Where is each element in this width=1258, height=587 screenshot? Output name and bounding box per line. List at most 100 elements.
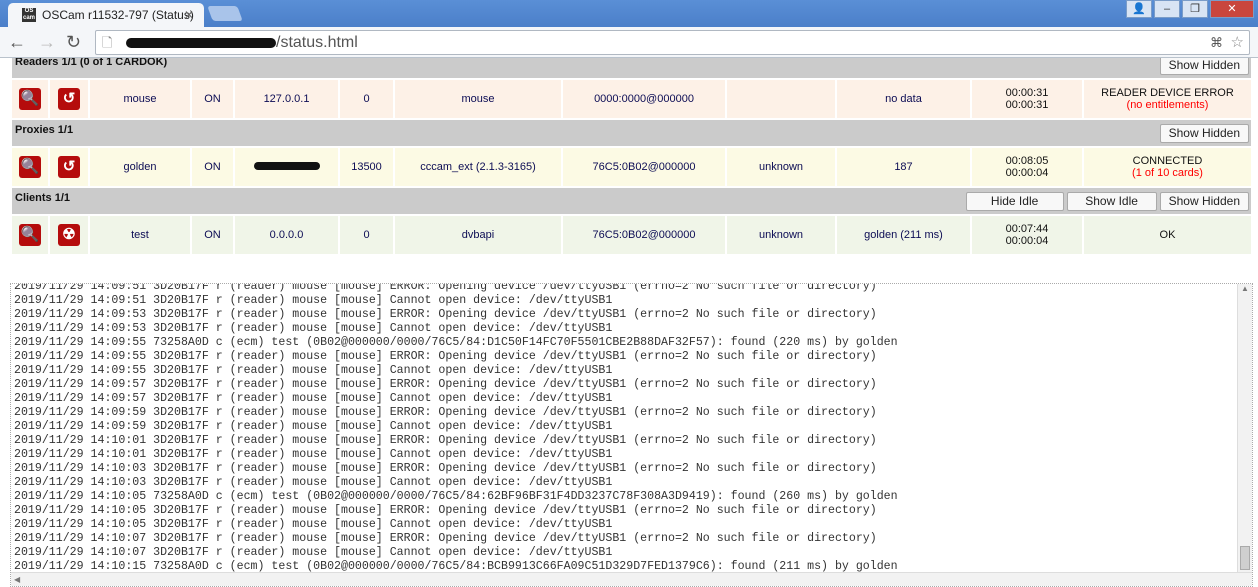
proxy-ecm-time: 187 (835, 146, 972, 188)
hide-idle-button[interactable]: Hide Idle (965, 191, 1064, 211)
reader-time1: 00:00:31 (1005, 87, 1049, 99)
address-bar[interactable]: 🗋 /status.html ⌘ ☆ (95, 30, 1250, 55)
reader-address: 127.0.0.1 (233, 78, 340, 120)
proxy-caid: 76C5:0B02@000000 (561, 146, 727, 188)
log-line: 2019/11/29 14:09:55 73258A0D c (ecm) tes… (14, 336, 898, 349)
proxy-name[interactable]: golden (88, 146, 192, 188)
status-table: Readers 1/1 (0 of 1 CARDOK) Show Hidden 🔍… (10, 58, 1253, 256)
proxy-protocol: cccam_ext (2.1.3-3165) (393, 146, 563, 188)
minimize-button[interactable]: – (1154, 0, 1180, 18)
masked-host (126, 37, 276, 48)
readers-header: Readers 1/1 (0 of 1 CARDOK) Show Hidden (10, 58, 1253, 80)
scroll-thumb[interactable] (1240, 546, 1250, 570)
log-line: 2019/11/29 14:09:53 3D20B17F r (reader) … (14, 308, 877, 321)
back-icon[interactable]: ← (8, 32, 26, 53)
clients-show-hidden-button[interactable]: Show Hidden (1159, 191, 1249, 211)
log-line: 2019/11/29 14:10:03 3D20B17F r (reader) … (14, 476, 613, 489)
zoom-out-icon[interactable]: 🔍 (19, 224, 41, 246)
log-line: 2019/11/29 14:10:05 73258A0D c (ecm) tes… (14, 490, 898, 503)
log-line: 2019/11/29 14:10:03 3D20B17F r (reader) … (14, 462, 877, 475)
reader-status: READER DEVICE ERROR (1101, 87, 1234, 99)
proxy-time1: 00:08:05 (1005, 155, 1049, 167)
client-ecm: unknown (725, 214, 837, 256)
tab-title: OSCam r11532-797 (Status) (42, 8, 194, 22)
proxy-port: 13500 (338, 146, 395, 188)
show-idle-button[interactable]: Show Idle (1066, 191, 1157, 211)
reader-status-detail: (no entitlements) (1126, 99, 1209, 111)
proxy-state: ON (190, 146, 235, 188)
restart-icon[interactable]: ↺ (58, 88, 80, 110)
oscam-logo-icon: OS cam (22, 8, 36, 22)
proxy-row: 🔍 ↺ golden ON 13500 cccam_ext (2.1.3-316… (10, 146, 1253, 188)
proxy-ecm: unknown (725, 146, 837, 188)
proxies-title: Proxies 1/1 (15, 123, 74, 136)
restore-button[interactable]: ❐ (1182, 0, 1208, 18)
log-line: 2019/11/29 14:10:07 3D20B17F r (reader) … (14, 532, 877, 545)
tab-bar: OS cam OSCam r11532-797 (Status) ✕ 👤 – ❐ … (0, 0, 1258, 27)
proxies-show-hidden-button[interactable]: Show Hidden (1159, 123, 1249, 143)
log-line: 2019/11/29 14:09:55 3D20B17F r (reader) … (14, 350, 877, 363)
readers-show-hidden-button[interactable]: Show Hidden (1159, 58, 1249, 75)
reader-ecm-time: no data (835, 78, 972, 120)
client-port: 0 (338, 214, 395, 256)
reader-ecm (725, 78, 837, 120)
clients-header: Clients 1/1 Hide Idle Show Idle Show Hidden (10, 186, 1253, 216)
log-line: 2019/11/29 14:09:53 3D20B17F r (reader) … (14, 322, 613, 335)
proxy-time2: 00:00:04 (1005, 167, 1049, 179)
client-state: ON (190, 214, 235, 256)
zoom-out-icon[interactable]: 🔍 (19, 156, 41, 178)
log-line: 2019/11/29 14:09:57 3D20B17F r (reader) … (14, 378, 877, 391)
client-row: 🔍 ☢ test ON 0.0.0.0 0 dvbapi 76C5:0B02@0… (10, 214, 1253, 256)
log-line: 2019/11/29 14:09:51 3D20B17F r (reader) … (14, 294, 613, 307)
log-line: 2019/11/29 14:10:01 3D20B17F r (reader) … (14, 434, 877, 447)
browser-tab[interactable]: OS cam OSCam r11532-797 (Status) ✕ (8, 3, 204, 27)
client-name[interactable]: test (88, 214, 192, 256)
bookmark-star-icon[interactable]: ☆ (1231, 31, 1244, 54)
reader-caid: 0000:0000@000000 (561, 78, 727, 120)
restart-icon[interactable]: ↺ (58, 156, 80, 178)
page-icon: 🗋 (102, 35, 113, 50)
client-address: 0.0.0.0 (233, 214, 340, 256)
reload-icon[interactable]: ↻ (66, 32, 81, 53)
clients-title: Clients 1/1 (15, 191, 71, 204)
log-line: 2019/11/29 14:10:07 3D20B17F r (reader) … (14, 546, 613, 559)
client-time2: 00:00:04 (1005, 235, 1049, 247)
log-line: 2019/11/29 14:09:59 3D20B17F r (reader) … (14, 406, 877, 419)
log-line: 2019/11/29 14:10:05 3D20B17F r (reader) … (14, 504, 877, 517)
proxies-header: Proxies 1/1 Show Hidden (10, 118, 1253, 148)
log-line: 2019/11/29 14:09:59 3D20B17F r (reader) … (14, 420, 613, 433)
proxy-status: CONNECTED (1132, 155, 1203, 167)
client-ecm-time: golden (211 ms) (835, 214, 972, 256)
log-line: 2019/11/29 14:09:51 3D20B17F r (reader) … (14, 283, 877, 293)
client-caid: 76C5:0B02@000000 (561, 214, 727, 256)
log-line: 2019/11/29 14:10:01 3D20B17F r (reader) … (14, 448, 613, 461)
client-status: OK (1082, 214, 1253, 256)
client-protocol: dvbapi (393, 214, 563, 256)
client-time1: 00:07:44 (1005, 223, 1049, 235)
translate-icon[interactable]: ⌘ (1210, 31, 1223, 54)
reader-port: 0 (338, 78, 395, 120)
vertical-scrollbar[interactable]: ▲ (1237, 284, 1252, 574)
close-window-button[interactable]: ✕ (1210, 0, 1254, 18)
reader-time2: 00:00:31 (1005, 99, 1049, 111)
reader-row: 🔍 ↺ mouse ON 127.0.0.1 0 mouse 0000:0000… (10, 78, 1253, 120)
status-page: Readers 1/1 (0 of 1 CARDOK) Show Hidden 🔍… (0, 58, 1258, 587)
log-panel[interactable]: 2019/11/29 14:09:51 3D20B17F r (reader) … (10, 283, 1253, 587)
readers-title: Readers 1/1 (0 of 1 CARDOK) (15, 58, 168, 68)
reader-name[interactable]: mouse (88, 78, 192, 120)
reader-protocol: mouse (393, 78, 563, 120)
reader-state: ON (190, 78, 235, 120)
log-lines: 2019/11/29 14:09:51 3D20B17F r (reader) … (14, 283, 898, 574)
new-tab-button[interactable] (207, 6, 243, 21)
log-line: 2019/11/29 14:09:57 3D20B17F r (reader) … (14, 392, 613, 405)
masked-address (253, 162, 320, 170)
log-line: 2019/11/29 14:10:05 3D20B17F r (reader) … (14, 518, 613, 531)
url-text: /status.html (276, 34, 358, 51)
radiation-icon[interactable]: ☢ (58, 224, 80, 246)
user-icon[interactable]: 👤 (1126, 0, 1152, 18)
zoom-out-icon[interactable]: 🔍 (19, 88, 41, 110)
forward-icon[interactable]: → (38, 32, 56, 53)
proxy-status-detail: (1 of 10 cards) (1132, 167, 1203, 179)
close-tab-icon[interactable]: ✕ (184, 8, 194, 22)
horizontal-scrollbar[interactable]: ◀ (11, 572, 1252, 586)
